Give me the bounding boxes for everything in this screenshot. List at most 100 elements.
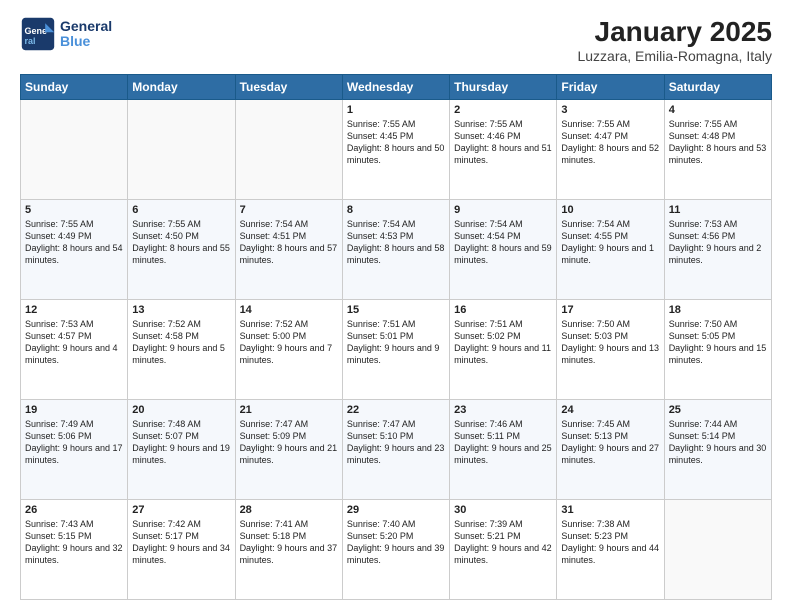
day-cell: 3 Sunrise: 7:55 AM Sunset: 4:47 PM Daylig… (557, 100, 664, 200)
day-number: 10 (561, 204, 659, 216)
day-info: Sunrise: 7:54 AM Sunset: 4:53 PM Dayligh… (347, 218, 445, 267)
day-number: 11 (669, 204, 767, 216)
day-number: 23 (454, 404, 552, 416)
day-info: Sunrise: 7:55 AM Sunset: 4:47 PM Dayligh… (561, 118, 659, 167)
day-number: 6 (132, 204, 230, 216)
day-cell: 16Sunrise: 7:51 AM Sunset: 5:02 PM Dayli… (450, 300, 557, 400)
day-number: 19 (25, 404, 123, 416)
header: Gene ral General Blue January 2025 Luzza… (20, 16, 772, 64)
day-number: 26 (25, 504, 123, 516)
day-info: Sunrise: 7:50 AM Sunset: 5:05 PM Dayligh… (669, 318, 767, 367)
weekday-header-sunday: Sunday (21, 75, 128, 100)
day-number: 21 (240, 404, 338, 416)
day-number: 3 (561, 104, 659, 116)
page: Gene ral General Blue January 2025 Luzza… (0, 0, 792, 612)
day-cell: 28 Sunrise: 7:41 AM Sunset: 5:18 PM Dayli… (235, 500, 342, 600)
day-number: 8 (347, 204, 445, 216)
day-cell: 20 Sunrise: 7:48 AM Sunset: 5:07 PM Dayli… (128, 400, 235, 500)
week-row-1: 1Sunrise: 7:55 AM Sunset: 4:45 PM Daylig… (21, 100, 772, 200)
day-cell: 27 Sunrise: 7:42 AM Sunset: 5:17 PM Dayli… (128, 500, 235, 600)
day-cell: 30Sunrise: 7:39 AM Sunset: 5:21 PM Dayli… (450, 500, 557, 600)
day-number: 14 (240, 304, 338, 316)
day-cell: 19 Sunrise: 7:49 AM Sunset: 5:06 PM Dayli… (21, 400, 128, 500)
day-number: 7 (240, 204, 338, 216)
day-cell: 4 Sunrise: 7:55 AM Sunset: 4:48 PM Daylig… (664, 100, 771, 200)
logo-line1: General (60, 19, 112, 34)
day-number: 25 (669, 404, 767, 416)
week-row-5: 26 Sunrise: 7:43 AM Sunset: 5:15 PM Dayli… (21, 500, 772, 600)
weekday-header-friday: Friday (557, 75, 664, 100)
day-cell: 12 Sunrise: 7:53 AM Sunset: 4:57 PM Dayli… (21, 300, 128, 400)
day-info: Sunrise: 7:51 AM Sunset: 5:02 PM Dayligh… (454, 318, 552, 367)
logo-icon: Gene ral (20, 16, 56, 52)
day-info: Sunrise: 7:55 AM Sunset: 4:46 PM Dayligh… (454, 118, 552, 167)
day-cell: 13Sunrise: 7:52 AM Sunset: 4:58 PM Dayli… (128, 300, 235, 400)
day-cell: 5Sunrise: 7:55 AM Sunset: 4:49 PM Daylig… (21, 200, 128, 300)
day-info: Sunrise: 7:55 AM Sunset: 4:48 PM Dayligh… (669, 118, 767, 167)
day-info: Sunrise: 7:53 AM Sunset: 4:57 PM Dayligh… (25, 318, 123, 367)
day-number: 28 (240, 504, 338, 516)
day-cell: 25 Sunrise: 7:44 AM Sunset: 5:14 PM Dayli… (664, 400, 771, 500)
day-cell (664, 500, 771, 600)
day-info: Sunrise: 7:42 AM Sunset: 5:17 PM Dayligh… (132, 518, 230, 567)
day-number: 27 (132, 504, 230, 516)
day-cell: 24Sunrise: 7:45 AM Sunset: 5:13 PM Dayli… (557, 400, 664, 500)
day-info: Sunrise: 7:43 AM Sunset: 5:15 PM Dayligh… (25, 518, 123, 567)
day-info: Sunrise: 7:46 AM Sunset: 5:11 PM Dayligh… (454, 418, 552, 467)
day-cell: 2 Sunrise: 7:55 AM Sunset: 4:46 PM Daylig… (450, 100, 557, 200)
day-number: 4 (669, 104, 767, 116)
day-number: 9 (454, 204, 552, 216)
day-info: Sunrise: 7:52 AM Sunset: 5:00 PM Dayligh… (240, 318, 338, 367)
day-info: Sunrise: 7:49 AM Sunset: 5:06 PM Dayligh… (25, 418, 123, 467)
weekday-header-row: SundayMondayTuesdayWednesdayThursdayFrid… (21, 75, 772, 100)
day-number: 18 (669, 304, 767, 316)
day-number: 12 (25, 304, 123, 316)
day-info: Sunrise: 7:54 AM Sunset: 4:54 PM Dayligh… (454, 218, 552, 267)
week-row-2: 5Sunrise: 7:55 AM Sunset: 4:49 PM Daylig… (21, 200, 772, 300)
day-number: 30 (454, 504, 552, 516)
day-info: Sunrise: 7:38 AM Sunset: 5:23 PM Dayligh… (561, 518, 659, 567)
day-number: 15 (347, 304, 445, 316)
day-cell (128, 100, 235, 200)
day-number: 13 (132, 304, 230, 316)
day-info: Sunrise: 7:48 AM Sunset: 5:07 PM Dayligh… (132, 418, 230, 467)
day-cell: 7Sunrise: 7:54 AM Sunset: 4:51 PM Daylig… (235, 200, 342, 300)
day-info: Sunrise: 7:41 AM Sunset: 5:18 PM Dayligh… (240, 518, 338, 567)
day-cell: 31Sunrise: 7:38 AM Sunset: 5:23 PM Dayli… (557, 500, 664, 600)
day-info: Sunrise: 7:45 AM Sunset: 5:13 PM Dayligh… (561, 418, 659, 467)
day-cell (235, 100, 342, 200)
logo-text: General Blue (60, 19, 112, 50)
title-block: January 2025 Luzzara, Emilia-Romagna, It… (577, 16, 772, 64)
day-info: Sunrise: 7:53 AM Sunset: 4:56 PM Dayligh… (669, 218, 767, 267)
day-cell: 17Sunrise: 7:50 AM Sunset: 5:03 PM Dayli… (557, 300, 664, 400)
day-info: Sunrise: 7:54 AM Sunset: 4:55 PM Dayligh… (561, 218, 659, 267)
day-cell: 22 Sunrise: 7:47 AM Sunset: 5:10 PM Dayli… (342, 400, 449, 500)
svg-text:ral: ral (25, 36, 36, 46)
day-info: Sunrise: 7:47 AM Sunset: 5:09 PM Dayligh… (240, 418, 338, 467)
day-info: Sunrise: 7:47 AM Sunset: 5:10 PM Dayligh… (347, 418, 445, 467)
day-info: Sunrise: 7:55 AM Sunset: 4:50 PM Dayligh… (132, 218, 230, 267)
weekday-header-monday: Monday (128, 75, 235, 100)
day-cell: 26 Sunrise: 7:43 AM Sunset: 5:15 PM Dayli… (21, 500, 128, 600)
day-number: 22 (347, 404, 445, 416)
day-cell: 11 Sunrise: 7:53 AM Sunset: 4:56 PM Dayli… (664, 200, 771, 300)
week-row-4: 19 Sunrise: 7:49 AM Sunset: 5:06 PM Dayli… (21, 400, 772, 500)
calendar-table: SundayMondayTuesdayWednesdayThursdayFrid… (20, 74, 772, 600)
weekday-header-thursday: Thursday (450, 75, 557, 100)
day-cell: 8 Sunrise: 7:54 AM Sunset: 4:53 PM Daylig… (342, 200, 449, 300)
logo: Gene ral General Blue (20, 16, 112, 52)
day-info: Sunrise: 7:40 AM Sunset: 5:20 PM Dayligh… (347, 518, 445, 567)
day-cell: 15Sunrise: 7:51 AM Sunset: 5:01 PM Dayli… (342, 300, 449, 400)
day-number: 5 (25, 204, 123, 216)
day-number: 1 (347, 104, 445, 116)
weekday-header-tuesday: Tuesday (235, 75, 342, 100)
day-info: Sunrise: 7:44 AM Sunset: 5:14 PM Dayligh… (669, 418, 767, 467)
day-number: 29 (347, 504, 445, 516)
day-number: 2 (454, 104, 552, 116)
logo-line2: Blue (60, 34, 112, 49)
day-number: 20 (132, 404, 230, 416)
day-cell: 14 Sunrise: 7:52 AM Sunset: 5:00 PM Dayli… (235, 300, 342, 400)
day-cell: 10 Sunrise: 7:54 AM Sunset: 4:55 PM Dayli… (557, 200, 664, 300)
day-cell: 6 Sunrise: 7:55 AM Sunset: 4:50 PM Daylig… (128, 200, 235, 300)
svg-text:Gene: Gene (25, 26, 48, 36)
